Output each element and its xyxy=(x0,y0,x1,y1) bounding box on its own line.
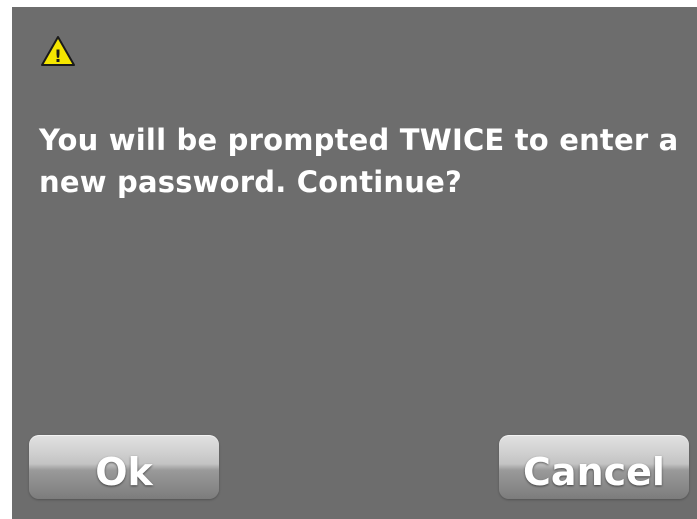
cancel-button[interactable]: Cancel xyxy=(499,435,689,499)
dialog-message: You will be prompted TWICE to enter a ne… xyxy=(39,123,679,199)
cancel-button-label: Cancel xyxy=(523,450,665,494)
confirm-dialog: ! You will be prompted TWICE to enter a … xyxy=(12,7,697,519)
warning-icon-glyph: ! xyxy=(54,47,62,67)
ok-button-label: Ok xyxy=(95,450,153,494)
warning-icon: ! xyxy=(41,36,75,67)
screen: ! You will be prompted TWICE to enter a … xyxy=(0,0,697,519)
ok-button[interactable]: Ok xyxy=(29,435,219,499)
